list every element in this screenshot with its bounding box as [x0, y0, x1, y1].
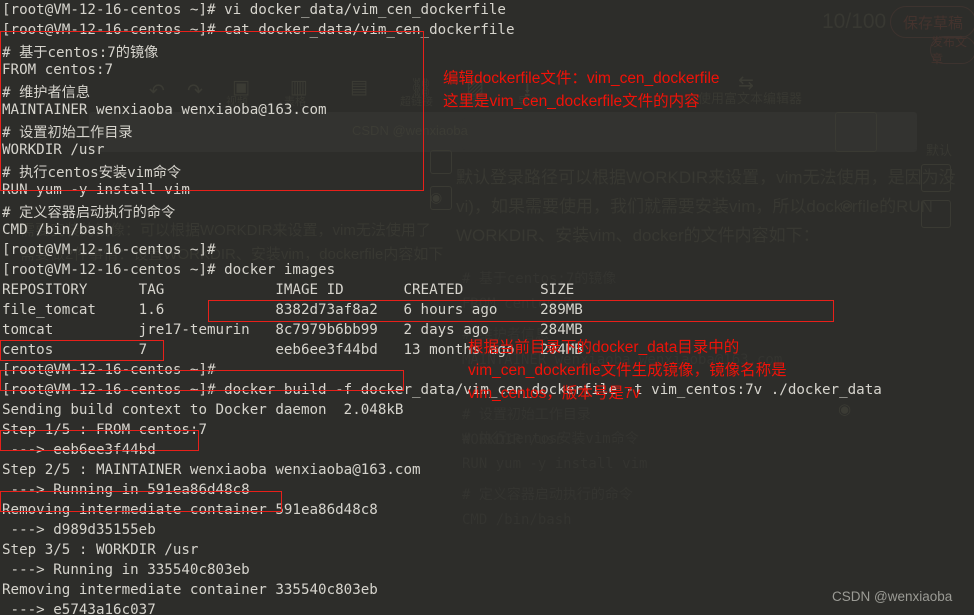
ghost-sidebar-box-4 — [921, 164, 951, 192]
terminal-line: FROM centos:7 — [2, 62, 114, 78]
ghost-redo-icon: ↷ — [187, 80, 203, 102]
ghost-toolbar-label-video: 视频 — [226, 96, 248, 108]
annotation-build-line-2: vim_cen_dockerfile文件生成镜像，镜像名称是 — [468, 362, 787, 379]
ghost-body-line-1: 默认登录路径可以根据WORKDIR来设置，vim无法使用，是因为没 — [456, 168, 956, 187]
ghost-publish-button: 发布文章 — [930, 35, 974, 66]
ghost-undo-icon: ↶ — [149, 80, 165, 102]
ghost-video-icon: ▣ — [232, 76, 250, 98]
step-3-box — [0, 430, 199, 451]
terminal-line: # 基于centos:7的镜像 — [2, 45, 159, 61]
terminal-line: # 维护者信息 — [2, 85, 91, 101]
annotation-build-line-1: 根据当前目录下的docker_data目录中的 — [468, 339, 740, 356]
ghost-body-line-2: vi)，如果需要使用，我们就需要安装vim，所以dockerfile的RUN — [456, 197, 933, 216]
ghost-toolbar-label-default: 默认 — [926, 143, 953, 158]
ghost-editor-hint: 使用富文本编辑器 — [698, 91, 803, 106]
ghost-save-draft-button: 保存草稿 — [890, 6, 974, 38]
terminal-line: # 执行centos安装vim命令 — [2, 165, 182, 181]
terminal-line: CMD /bin/bash — [2, 222, 114, 238]
ghost-df-line-9: # 定义容器启动执行的命令 — [462, 487, 633, 503]
terminal-line: [root@VM-12-16-centos ~]# — [2, 242, 216, 258]
ghost-sidebar-box-2 — [430, 150, 452, 174]
terminal-line: Removing intermediate container 591ea86d… — [2, 502, 378, 518]
terminal-line: ---> e5743a16c037 — [2, 602, 156, 615]
ghost-toolbar-label-link: 超链接 — [400, 96, 433, 108]
annotation-build-line-3: vim_centos，版本号是7v — [468, 385, 641, 402]
ghost-code-panel — [89, 112, 917, 152]
ghost-body-line-4: 需要安装的镜像：可以根据WORKDIR来设置，vim无法使用了 — [20, 222, 431, 239]
ghost-target-icon: ◎ — [840, 196, 854, 214]
terminal-line: # 定义容器启动执行的命令 — [2, 205, 176, 221]
step-4-box — [0, 491, 282, 512]
terminal-line: ---> d989d35155eb — [2, 522, 156, 538]
step-1-box — [0, 340, 164, 361]
terminal-line: [root@VM-12-16-centos ~]# docker build -… — [2, 382, 882, 398]
terminal-line: Sending build context to Docker daemon 2… — [2, 402, 404, 418]
step-2-box — [0, 370, 404, 391]
terminal-line: Step 1/5 : FROM centos:7 — [2, 422, 207, 438]
terminal-line: [root@VM-12-16-centos ~]# docker images — [2, 262, 336, 278]
ghost-df-line-5: # 设置初始工作目录 — [462, 407, 591, 423]
ghost-toolbar-label-table: 表格 — [284, 96, 306, 108]
terminal-line: ---> eeb6ee3f44bd — [2, 442, 156, 458]
terminal-line: MAINTAINER wenxiaoba wenxiaoba@163.com — [2, 102, 327, 118]
ghost-df-line-8: RUN yum -y install vim — [462, 456, 648, 472]
csdn-watermark: CSDN @wenxiaoba — [832, 589, 953, 604]
terminal-line: file_tomcat 1.6 8382d73af8a2 6 hours ago… — [2, 302, 583, 318]
ghost-sidebar-box-5 — [921, 200, 951, 228]
terminal-line: Removing intermediate container 335540c8… — [2, 582, 378, 598]
terminal-line: REPOSITORY TAG IMAGE ID CREATED SIZE — [2, 282, 575, 298]
center-ghost-watermark: CSDN @wenxiaoba — [352, 123, 468, 138]
ghost-link-icon: ⛓ — [409, 77, 434, 99]
docker-build-command-box — [208, 300, 834, 322]
annotation-file-content: 这里是vim_cen_dockerfile文件的内容 — [443, 93, 700, 110]
terminal-line: [root@VM-12-16-centos ~]# — [2, 362, 216, 378]
ghost-table-icon: ▥ — [290, 76, 308, 98]
ghost-df-line-10: CMD /bin/bash — [462, 512, 572, 528]
terminal-line: ---> Running in 335540c803eb — [2, 562, 250, 578]
terminal-screenshot: 10/100 保存草稿 ↶ ↷ ▣ ▥ ▤ ⛓ ▨ ⭳ ⇆ 视频 表格 超链接 … — [0, 0, 974, 615]
annotation-edit-dockerfile: 编辑dockerfile文件：vim_cen_dockerfile — [443, 70, 720, 87]
terminal-line: ---> Running in 591ea86d48c8 — [2, 482, 250, 498]
ghost-word-counter: 10/100 — [822, 10, 887, 33]
ghost-df-line-7: # 执行centos安装vim命令 — [462, 431, 639, 447]
ghost-code-panel-2 — [462, 118, 917, 150]
terminal-line: Step 2/5 : MAINTAINER wenxiaoba wenxiaob… — [2, 462, 421, 478]
terminal-line: # 设置初始工作目录 — [2, 125, 133, 141]
terminal-line: [root@VM-12-16-centos ~]# cat docker_dat… — [2, 22, 515, 38]
terminal-line: RUN yum -y install vim — [2, 182, 190, 198]
ghost-sidebar-box-1 — [835, 112, 877, 152]
ghost-df-line-1: # 基于centos:7的镜像 — [462, 271, 617, 287]
ghost-sidebar-box-3 — [430, 186, 452, 210]
terminal-line: WORKDIR /usr — [2, 142, 105, 158]
ghost-body-line-3: WORKDIR、安装vim、docker的文件内容如下： — [456, 226, 820, 245]
ghost-eye-icon: ◉ — [430, 190, 443, 206]
ghost-df-line-2: FROM centos:7 — [462, 296, 572, 312]
terminal-line: Step 3/5 : WORKDIR /usr — [2, 542, 199, 558]
ghost-switch-icon: ⇆ — [738, 72, 754, 94]
ghost-code-icon: ▤ — [350, 76, 368, 98]
dockerfile-content-box — [0, 31, 424, 191]
ghost-circle-icon: ◉ — [838, 400, 852, 418]
terminal-line: [root@VM-12-16-centos ~]# vi docker_data… — [2, 2, 506, 18]
ghost-body-line-5: 需要做2件事情：设置WORKDIR、安装vim，dockerfile内容如下 — [20, 246, 444, 263]
ghost-df-line-6: WORKDIR /usr — [462, 432, 564, 448]
